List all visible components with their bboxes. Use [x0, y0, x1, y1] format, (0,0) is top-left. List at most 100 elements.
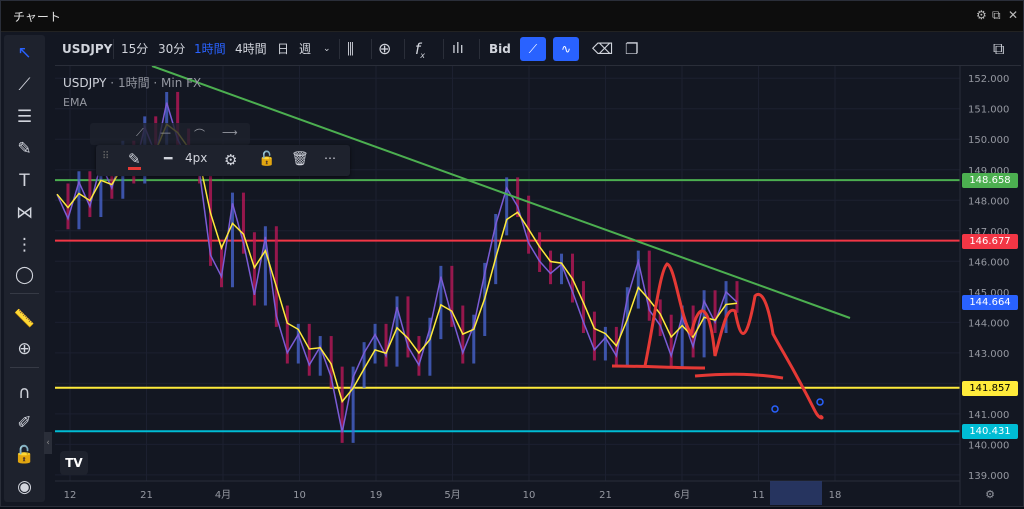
interval-15m[interactable]: 15分 — [121, 39, 148, 59]
x-tick-label: 18 — [829, 490, 842, 501]
text-icon[interactable]: T — [12, 169, 37, 193]
symbol-selector[interactable]: USDJPY — [62, 39, 112, 59]
line-style-icon[interactable]: ⟋ — [136, 126, 144, 140]
divider — [371, 39, 372, 59]
price-level-label: 140.431 — [962, 424, 1018, 440]
eraser-icon[interactable]: ⌫ — [592, 39, 613, 59]
templates-icon[interactable]: ılı — [452, 39, 464, 59]
y-tick-label: 148.000 — [968, 196, 1009, 207]
interval-4h[interactable]: 4時間 — [235, 39, 267, 59]
drag-handle-icon[interactable]: ⠿ — [102, 151, 109, 162]
interval-day[interactable]: 日 — [277, 39, 289, 59]
trash-icon[interactable]: 🗑 — [291, 151, 309, 167]
x-tick-label: 10 — [293, 490, 306, 501]
indicators-icon[interactable]: fx — [415, 39, 425, 60]
x-tick-label: 21 — [140, 490, 153, 501]
y-tick-label: 151.000 — [968, 105, 1009, 116]
circle-icon[interactable]: ◯ — [12, 263, 37, 287]
ruler-icon[interactable]: 📏 — [12, 307, 37, 331]
x-tick-label: 5月 — [444, 489, 460, 501]
cursor-icon[interactable]: ↖ — [12, 41, 37, 65]
close-icon[interactable]: ✕ — [1008, 8, 1018, 22]
zoom-in-icon[interactable]: ⊕ — [12, 337, 37, 361]
popout-icon[interactable]: ⧉ — [992, 8, 1001, 23]
red-base-drawing — [611, 364, 706, 370]
price-level-label: 148.658 — [962, 173, 1018, 189]
pattern-icon[interactable]: ⋈ — [12, 201, 37, 225]
red-curve-drawing — [694, 372, 784, 380]
collapse-sidebar-button[interactable]: ‹ — [44, 432, 52, 454]
measure-lines-icon[interactable]: ⋮ — [12, 233, 37, 257]
divider — [404, 39, 405, 59]
magnet-icon[interactable]: ∩ — [12, 381, 37, 405]
compare-icon[interactable]: ⊕ — [378, 39, 391, 59]
title-bar: チャート ⚙ ⧉ ✕ — [1, 1, 1023, 32]
price-axis — [960, 66, 1020, 505]
x-tick-label: 21 — [599, 490, 612, 501]
gear-icon[interactable]: ⚙ — [224, 151, 237, 169]
ema-indicator-label[interactable]: EMA — [63, 96, 87, 109]
window-title: チャート — [13, 10, 61, 24]
chevron-down-icon[interactable]: ⌄ — [323, 39, 331, 59]
x-tick-label: 10 — [523, 490, 536, 501]
price-level-label: 141.857 — [962, 380, 1018, 396]
y-tick-label: 143.000 — [968, 349, 1009, 360]
current-price-label: 144.664 — [962, 295, 1018, 311]
drawing-handle — [816, 398, 824, 406]
time-highlight — [770, 481, 822, 505]
drawing-tools-sidebar: ↖ ⟋ ☰ ✎ T ⋈ ⋮ ◯ 📏 ⊕ ∩ ✐ 🔓 ◉ — [4, 35, 45, 502]
legend-symbol: USDJPY — [63, 76, 107, 90]
arrow-line-icon[interactable]: ⟶ — [222, 126, 238, 139]
divider — [479, 39, 480, 59]
divider — [443, 39, 444, 59]
eye-icon[interactable]: ◉ — [12, 475, 37, 499]
curve-icon[interactable]: ⌒ — [194, 126, 205, 142]
y-tick-label: 150.000 — [968, 135, 1009, 146]
y-tick-label: 146.000 — [968, 257, 1009, 268]
lock-icon[interactable]: 🔓 — [12, 443, 37, 467]
drawing-floating-toolbar: ⠿ ✎ ━ 4px ⚙ 🔓 🗑 ⋯ — [96, 145, 350, 176]
bid-selector[interactable]: Bid — [489, 39, 511, 59]
tradingview-logo: TV — [60, 451, 88, 475]
chart-legend: USDJPY · 1時間 · Min FX — [63, 76, 202, 90]
trendline-icon[interactable]: ⟋ — [12, 73, 37, 97]
y-tick-label: 141.000 — [968, 410, 1009, 421]
divider — [10, 293, 39, 294]
drawing-handle — [771, 405, 779, 413]
divider — [339, 39, 340, 59]
y-tick-label: 152.000 — [968, 74, 1009, 85]
legend-interval: 1時間 — [117, 76, 150, 90]
axis-settings-icon: ⚙ — [985, 488, 995, 501]
interval-30m[interactable]: 30分 — [158, 39, 185, 59]
fib-lines-icon[interactable]: ☰ — [12, 105, 37, 129]
multi-window-icon[interactable]: ⧉ — [993, 39, 1004, 59]
legend-source: Min FX — [161, 76, 202, 90]
top-toolbar: USDJPY 15分 30分 1時間 4時間 日 週 ⌄ ⫼ ⊕ fx ılı … — [55, 33, 1021, 66]
y-tick-label: 140.000 — [968, 440, 1009, 451]
interval-week[interactable]: 週 — [299, 39, 311, 59]
x-tick-label: 4月 — [215, 489, 231, 501]
line-chart-toggle[interactable]: ⟋ — [520, 37, 546, 61]
unlock-icon[interactable]: 🔓 — [258, 151, 275, 167]
line-style-bar: ⟋ — ⌒ ⟶ — [90, 123, 250, 145]
pulse-toggle[interactable]: ∿ — [553, 37, 579, 61]
x-tick-label: 6月 — [674, 489, 690, 501]
interval-1h[interactable]: 1時間 — [194, 39, 226, 59]
x-tick-label: 19 — [370, 490, 383, 501]
more-icon[interactable]: ⋯ — [324, 151, 336, 165]
pencil-lock-icon[interactable]: ✐ — [12, 411, 37, 435]
pencil-icon[interactable]: ✎ — [128, 151, 141, 170]
extend-line-icon[interactable]: — — [160, 126, 171, 139]
x-tick-label: 11 — [752, 490, 765, 501]
price-level-label: 146.677 — [962, 233, 1018, 249]
divider — [10, 367, 39, 368]
y-tick-label: 144.000 — [968, 318, 1009, 329]
settings-icon[interactable]: ⚙ — [976, 8, 987, 22]
layouts-icon[interactable]: ❐ — [625, 39, 638, 59]
line-width-icon[interactable]: ━ — [164, 151, 172, 167]
candlestick-icon[interactable]: ⫼ — [347, 39, 354, 59]
y-tick-label: 139.000 — [968, 471, 1009, 482]
brush-icon[interactable]: ✎ — [12, 137, 37, 161]
line-width-label[interactable]: 4px — [185, 151, 207, 165]
x-tick-label: 12 — [64, 490, 77, 501]
